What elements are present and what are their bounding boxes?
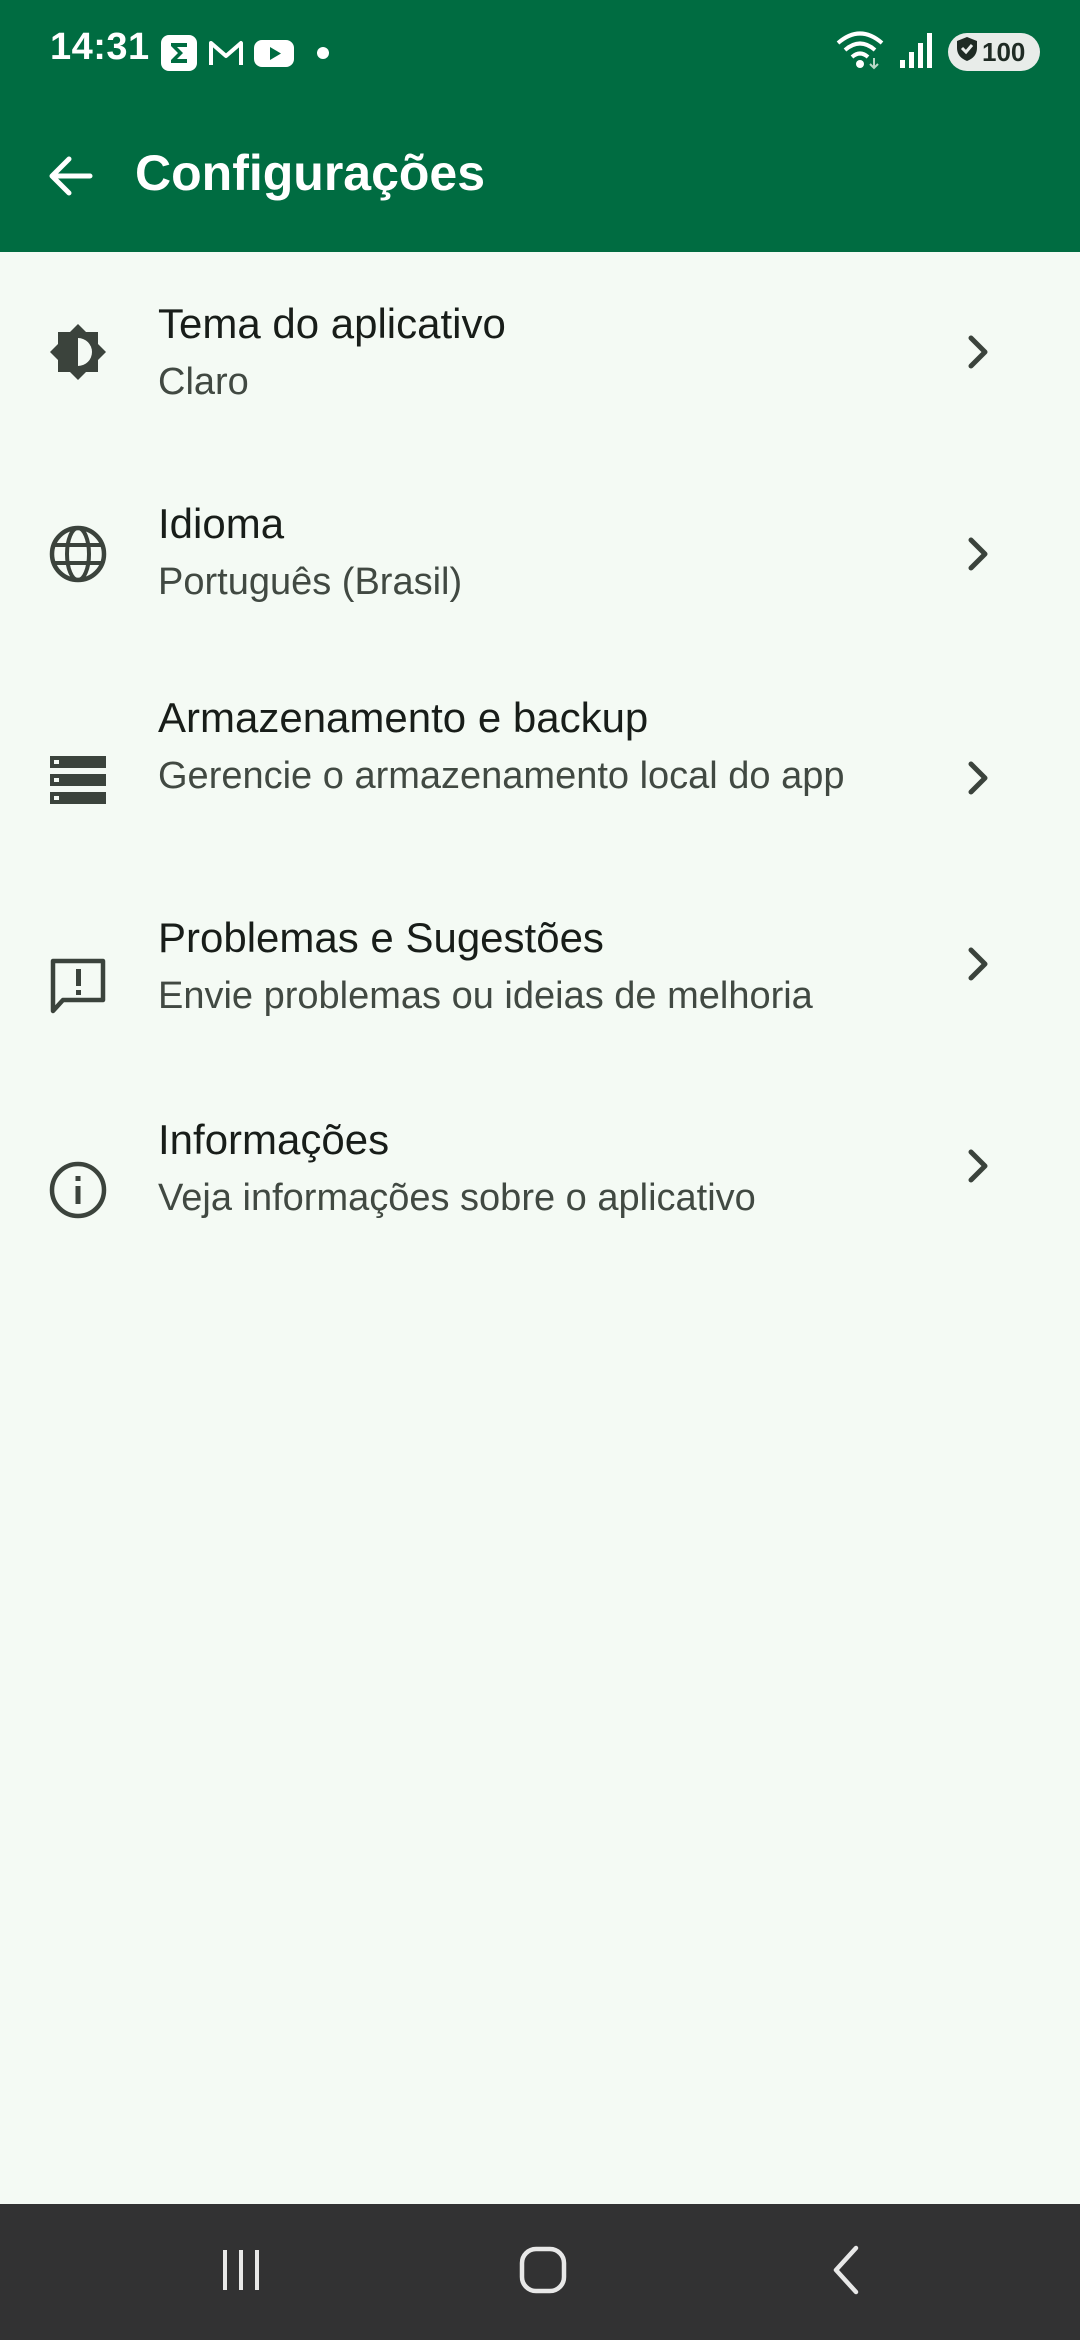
back-button[interactable] bbox=[28, 136, 112, 220]
system-nav-bar bbox=[0, 2204, 1080, 2340]
chevron-right-icon bbox=[958, 1142, 998, 1190]
system-status-icons: 100 bbox=[836, 30, 1040, 74]
setting-subtitle: Veja informações sobre o aplicativo bbox=[158, 1177, 756, 1219]
battery-level: 100 bbox=[982, 36, 1026, 67]
setting-subtitle: Claro bbox=[158, 361, 249, 403]
chevron-right-icon bbox=[958, 754, 998, 802]
nav-recents-button[interactable] bbox=[181, 2234, 301, 2310]
info-icon bbox=[48, 1160, 108, 1220]
setting-subtitle: Português (Brasil) bbox=[158, 561, 463, 603]
setting-item-info[interactable]: Informações Veja informações sobre o apl… bbox=[0, 1100, 1080, 1300]
setting-subtitle: Envie problemas ou ideias de melhoria bbox=[158, 975, 813, 1017]
setting-text: Problemas e Sugestões Envie problemas ou… bbox=[158, 910, 918, 1026]
youtube-icon bbox=[253, 34, 295, 72]
setting-item-feedback[interactable]: Problemas e Sugestões Envie problemas ou… bbox=[0, 900, 1080, 1100]
setting-item-language[interactable]: Idioma Português (Brasil) bbox=[0, 452, 1080, 656]
status-time: 14:31 bbox=[50, 26, 150, 68]
recents-icon bbox=[217, 2246, 265, 2299]
signal-icon bbox=[898, 30, 934, 75]
setting-text: Idioma Português (Brasil) bbox=[158, 496, 918, 612]
feedback-icon bbox=[48, 956, 108, 1016]
brightness-icon bbox=[48, 322, 108, 382]
storage-icon bbox=[48, 750, 108, 810]
nav-back-button[interactable] bbox=[786, 2234, 906, 2310]
dot-icon bbox=[314, 34, 334, 72]
sigma-app-icon bbox=[160, 34, 198, 72]
chevron-right-icon bbox=[958, 530, 998, 578]
arrow-left-icon bbox=[44, 150, 96, 207]
setting-text: Informações Veja informações sobre o apl… bbox=[158, 1112, 918, 1228]
setting-text: Tema do aplicativo Claro bbox=[158, 296, 918, 412]
gmail-icon bbox=[207, 34, 245, 72]
status-bar: 14:31 100 bbox=[0, 0, 1080, 104]
setting-title: Informações bbox=[158, 1116, 390, 1163]
setting-item-theme[interactable]: Tema do aplicativo Claro bbox=[0, 252, 1080, 452]
top-app-bar: Configurações bbox=[0, 104, 1080, 252]
back-icon bbox=[826, 2244, 866, 2301]
battery-shield-icon bbox=[956, 36, 978, 69]
setting-subtitle: Gerencie o armazenamento local do app bbox=[158, 755, 845, 797]
setting-text: Armazenamento e backup Gerencie o armaze… bbox=[158, 690, 918, 806]
chevron-right-icon bbox=[958, 940, 998, 988]
home-icon bbox=[518, 2245, 568, 2300]
setting-item-storage[interactable]: Armazenamento e backup Gerencie o armaze… bbox=[0, 656, 1080, 900]
settings-screen: 14:31 100 Configurações Tema do aplicati… bbox=[0, 0, 1080, 2340]
nav-home-button[interactable] bbox=[483, 2234, 603, 2310]
page-title: Configurações bbox=[135, 145, 486, 201]
setting-title: Tema do aplicativo bbox=[158, 300, 506, 347]
setting-title: Armazenamento e backup bbox=[158, 694, 649, 741]
globe-icon bbox=[48, 524, 108, 584]
chevron-right-icon bbox=[958, 328, 998, 376]
battery-indicator: 100 bbox=[948, 33, 1040, 71]
setting-title: Problemas e Sugestões bbox=[158, 914, 604, 961]
wifi-icon bbox=[836, 30, 884, 75]
setting-title: Idioma bbox=[158, 500, 285, 547]
